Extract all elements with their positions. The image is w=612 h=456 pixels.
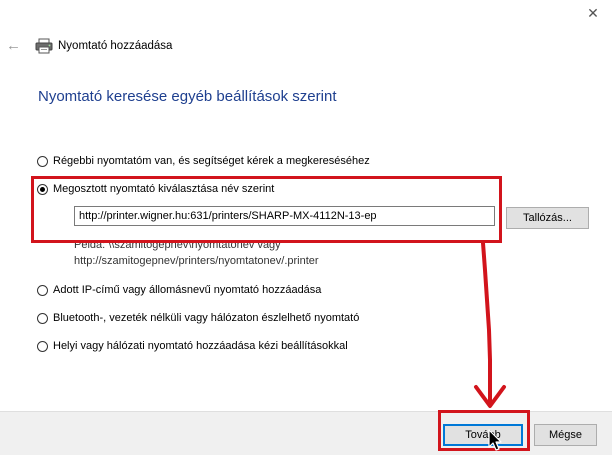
page-heading: Nyomtató keresése egyéb beállítások szer… [38,88,337,105]
radio-ip-address[interactable] [37,284,48,296]
option-bluetooth[interactable]: Bluetooth-, vezeték nélküli vagy hálózat… [37,310,359,326]
radio-local-manual[interactable] [37,340,48,352]
option-local-manual-label[interactable]: Helyi vagy hálózati nyomtató hozzáadása … [53,340,348,352]
window-title: Nyomtató hozzáadása [58,40,173,52]
option-older-printer[interactable]: Régebbi nyomtatóm van, és segítséget kér… [37,153,370,169]
example-line-2: http://szamitogepnev/printers/nyomtatone… [74,255,319,267]
arrow-head [474,385,506,408]
option-ip-address-label[interactable]: Adott IP-című vagy állomásnevű nyomtató … [53,284,321,296]
browse-button[interactable]: Tallózás... [506,207,589,229]
back-arrow-icon[interactable]: ← [6,38,22,54]
option-ip-address[interactable]: Adott IP-című vagy állomásnevű nyomtató … [37,282,321,298]
arrow-line [481,241,492,406]
cancel-button[interactable]: Mégse [534,424,597,446]
highlight-box-next [438,410,530,451]
mouse-cursor-icon [488,429,506,453]
option-local-manual[interactable]: Helyi vagy hálózati nyomtató hozzáadása … [37,338,348,354]
radio-older-printer[interactable] [37,155,48,167]
highlight-box-shared-printer [31,176,502,243]
option-bluetooth-label[interactable]: Bluetooth-, vezeték nélküli vagy hálózat… [53,312,359,324]
option-older-printer-label[interactable]: Régebbi nyomtatóm van, és segítséget kér… [53,155,370,167]
close-icon[interactable]: ✕ [584,4,602,22]
printer-icon [35,38,53,54]
radio-bluetooth[interactable] [37,312,48,324]
